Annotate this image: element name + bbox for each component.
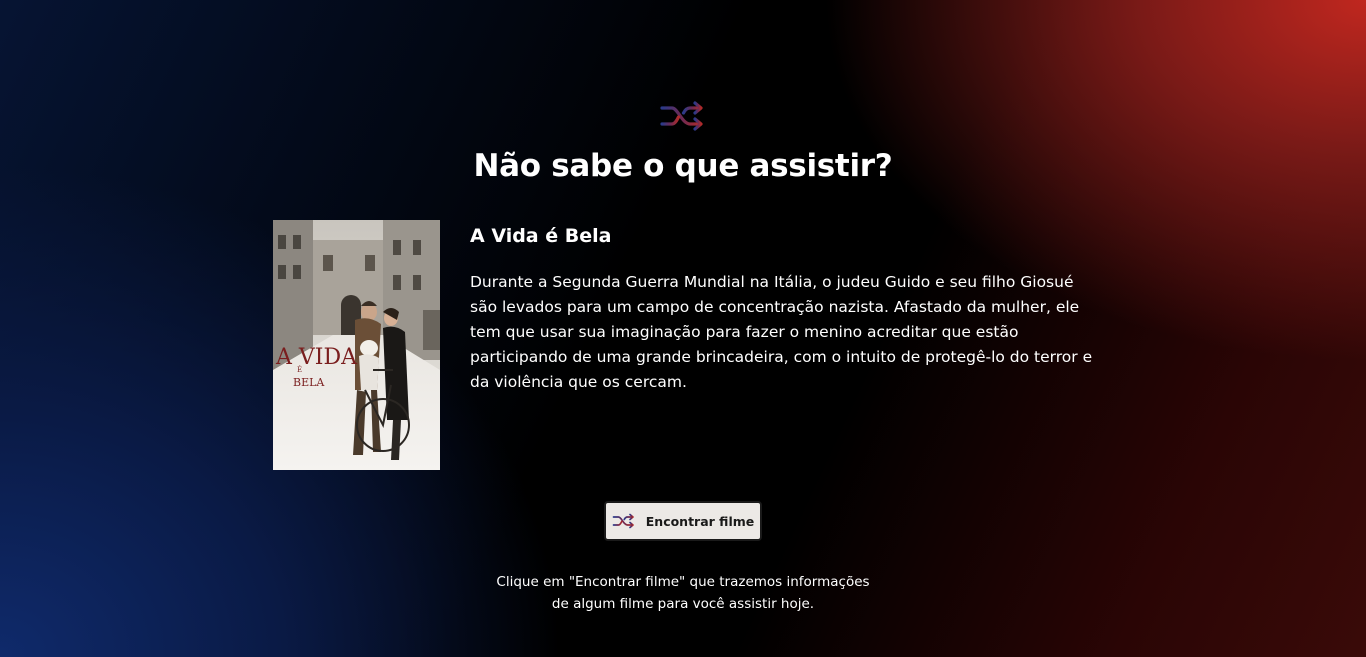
hint-line-1: Clique em "Encontrar filme" que trazemos… — [496, 574, 870, 590]
movie-description: Durante a Segunda Guerra Mundial na Itál… — [470, 273, 1093, 391]
shuffle-icon — [660, 101, 703, 131]
poster-title: A VIDA — [275, 345, 358, 370]
hint-text: Clique em "Encontrar filme" que trazemos… — [0, 571, 1366, 615]
find-movie-button-label: Encontrar filme — [645, 513, 755, 529]
hint-line-2: de algum filme para você assistir hoje. — [551, 596, 815, 612]
shuffle-icon — [612, 513, 634, 529]
movie-title: A Vida é Bela — [470, 225, 612, 247]
svg-text:É: É — [297, 365, 302, 374]
svg-text:BELA: BELA — [293, 376, 325, 389]
poster-image: A VIDA É BELA — [273, 220, 440, 470]
page-title: Não sabe o que assistir? — [473, 148, 893, 184]
movie-poster: A VIDA É BELA — [273, 220, 440, 470]
find-movie-button[interactable]: Encontrar filme — [604, 501, 762, 541]
